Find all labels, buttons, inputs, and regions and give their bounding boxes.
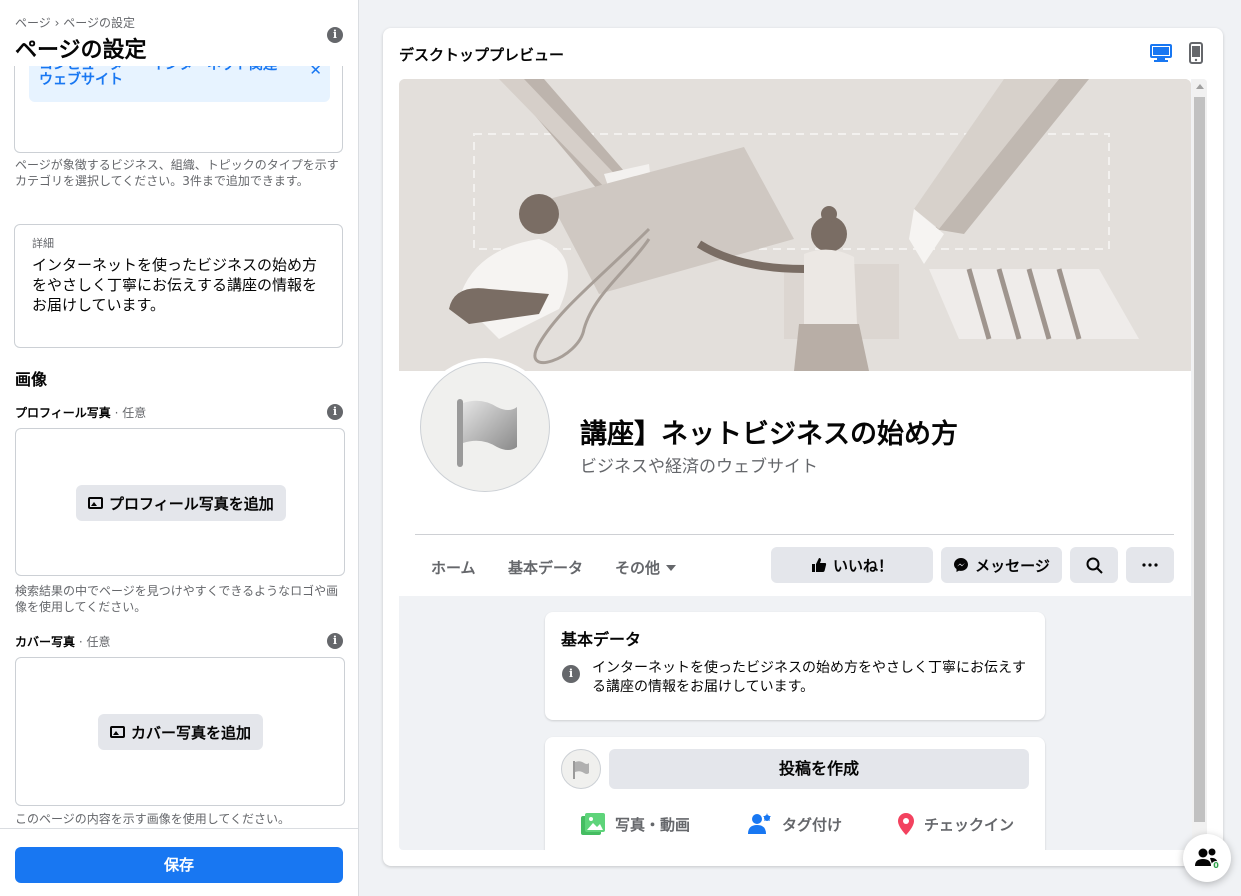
thumbs-up-icon	[811, 558, 827, 572]
details-field[interactable]: 詳細 インターネットを使ったビジネスの始め方をやさしく丁寧にお伝えする講座の情報…	[14, 224, 343, 348]
cover-illustration	[399, 79, 1191, 371]
location-pin-icon	[898, 813, 914, 835]
profile-photo-optional: · 任意	[110, 406, 147, 420]
create-post-card: 投稿を作成 写真・動画 タグ付け チェックイン	[545, 737, 1045, 850]
info-icon[interactable]: i	[327, 27, 343, 43]
message-button[interactable]: メッセージ	[941, 547, 1062, 583]
about-text: インターネットを使ったビジネスの始め方をやさしく丁寧にお伝えする講座の情報をお届…	[592, 660, 1026, 695]
profile-avatar	[420, 362, 550, 492]
tag-people-button[interactable]: タグ付け	[748, 813, 842, 835]
save-button[interactable]: 保存	[15, 847, 343, 883]
tag-people-label: タグ付け	[782, 815, 843, 834]
cover-photo-dropzone[interactable]: カバー写真を追加	[15, 657, 345, 806]
about-heading: 基本データ	[561, 630, 642, 649]
info-icon[interactable]: i	[327, 404, 343, 420]
tag-people-icon	[748, 813, 771, 834]
page-name: 講座】ネットビジネスの始め方	[580, 419, 958, 450]
preview-title: デスクトッププレビュー	[399, 46, 565, 64]
message-label: メッセージ	[975, 556, 1050, 575]
preview-card: デスクトッププレビュー 講座】ネットビジネスの始め方 ビジネスや経済のウェブサイ…	[383, 28, 1223, 866]
like-button[interactable]: いいね！	[771, 547, 933, 583]
more-icon	[1142, 563, 1158, 567]
tab-home[interactable]: ホーム	[431, 557, 476, 578]
add-profile-photo-button[interactable]: プロフィール写真を追加	[76, 485, 286, 521]
info-icon: i	[562, 665, 580, 683]
photo-icon	[88, 497, 103, 509]
search-button[interactable]	[1070, 547, 1118, 583]
about-card: 基本データ i インターネットを使ったビジネスの始め方をやさしく丁寧にお伝えする…	[545, 612, 1045, 720]
details-label: 詳細	[32, 237, 54, 250]
settings-scroll-area[interactable]: コンピューター・インターネット関連 ウェブサイト ✕ ページが象徴するビジネス、…	[0, 66, 358, 828]
caret-down-icon	[666, 565, 677, 571]
remove-category-icon[interactable]: ✕	[309, 66, 322, 79]
create-post-input[interactable]: 投稿を作成	[609, 749, 1029, 789]
mobile-icon[interactable]	[1189, 42, 1203, 64]
page-header: 講座】ネットビジネスの始め方 ビジネスや経済のウェブサイト ホーム 基本データ …	[399, 79, 1191, 596]
photo-icon	[110, 726, 125, 738]
category-chip: コンピューター・インターネット関連 ウェブサイト ✕	[29, 66, 330, 102]
details-value[interactable]: インターネットを使ったビジネスの始め方をやさしく丁寧にお伝えする講座の情報をお届…	[32, 255, 327, 315]
profile-photo-label-text: プロフィール写真	[15, 406, 111, 420]
cover-photo-help: このページの内容を示す画像を使用してください。	[15, 812, 291, 826]
cover-photo-label: カバー写真 · 任意	[15, 633, 110, 650]
scrollbar-thumb[interactable]	[1194, 97, 1205, 822]
tab-more-label: その他	[615, 559, 661, 577]
cover-photo-label-text: カバー写真	[15, 635, 76, 649]
desktop-icon[interactable]	[1150, 44, 1172, 62]
header-divider	[415, 534, 1174, 535]
tab-more[interactable]: その他	[615, 557, 677, 578]
info-icon[interactable]: i	[327, 633, 343, 649]
profile-picture	[416, 358, 554, 496]
flag-icon	[573, 761, 589, 779]
search-icon	[1086, 557, 1103, 574]
breadcrumb: ページ › ページの設定	[15, 16, 135, 30]
messenger-icon	[954, 558, 969, 572]
like-label: いいね！	[832, 556, 893, 575]
page-category: ビジネスや経済のウェブサイト	[580, 457, 818, 477]
fab-count-badge: 0	[1211, 861, 1221, 871]
add-profile-photo-label: プロフィール写真を追加	[109, 494, 274, 513]
cover-photo	[399, 79, 1191, 371]
people-icon	[1195, 848, 1218, 866]
profile-photo-label: プロフィール写真 · 任意	[15, 404, 146, 421]
tab-about[interactable]: 基本データ	[508, 557, 583, 578]
photo-video-button[interactable]: 写真・動画	[581, 813, 690, 835]
category-help-text: ページが象徴するビジネス、組織、トピックのタイプを示すカテゴリを選択してください…	[15, 158, 339, 188]
add-cover-photo-button[interactable]: カバー写真を追加	[98, 714, 264, 750]
desktop-preview-frame: 講座】ネットビジネスの始め方 ビジネスや経済のウェブサイト ホーム 基本データ …	[399, 79, 1207, 850]
scroll-up-icon[interactable]	[1196, 84, 1204, 89]
category-field[interactable]: コンピューター・インターネット関連 ウェブサイト ✕	[14, 66, 343, 153]
images-heading: 画像	[15, 370, 48, 389]
page-title: ページの設定	[15, 38, 147, 63]
cover-photo-optional: · 任意	[75, 635, 111, 649]
profile-photo-help: 検索結果の中でページを見つけやすくできるようなロゴや画像を使用してください。	[15, 584, 339, 614]
people-fab-button[interactable]: 0	[1183, 834, 1231, 882]
profile-photo-dropzone[interactable]: プロフィール写真を追加	[15, 428, 345, 576]
add-cover-photo-label: カバー写真を追加	[131, 723, 252, 742]
settings-footer: 保存	[0, 828, 358, 896]
flag-icon	[457, 399, 517, 467]
category-chip-label-2: ウェブサイト	[39, 72, 123, 88]
composer-avatar	[561, 749, 601, 789]
preview-scrollbar[interactable]	[1192, 79, 1207, 850]
checkin-label: チェックイン	[924, 815, 1015, 834]
checkin-button[interactable]: チェックイン	[898, 813, 1014, 835]
more-options-button[interactable]	[1126, 547, 1174, 583]
photo-video-icon	[581, 813, 605, 835]
photo-video-label: 写真・動画	[615, 815, 691, 834]
settings-panel: ページ › ページの設定 ページの設定 i コンピューター・インターネット関連 …	[0, 0, 359, 896]
